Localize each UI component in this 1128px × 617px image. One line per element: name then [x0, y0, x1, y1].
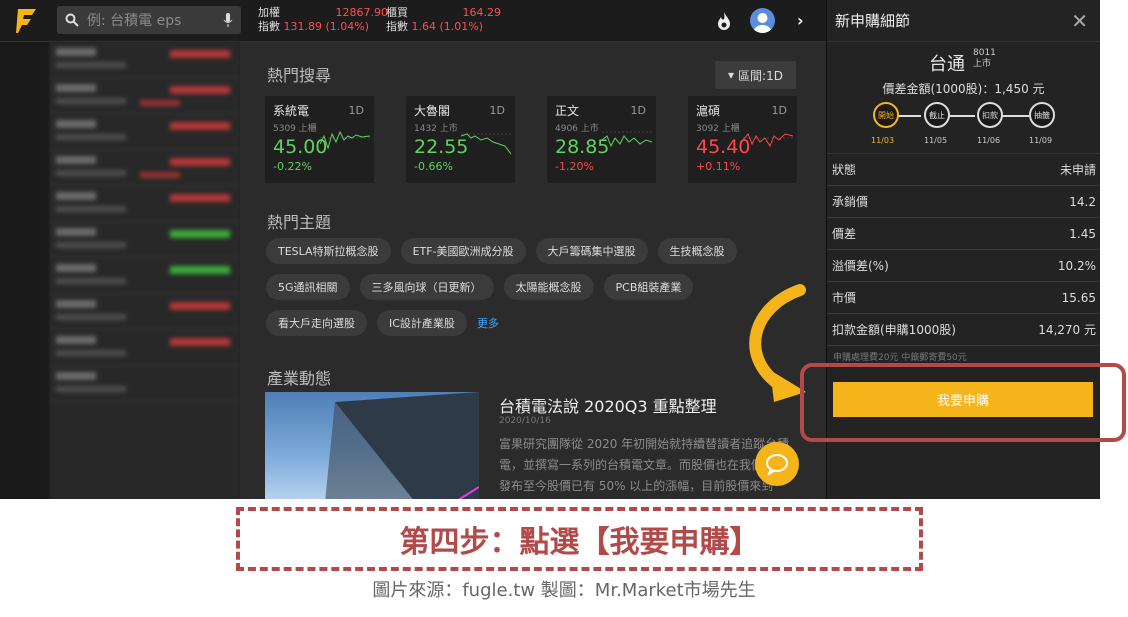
- sparkline: [602, 131, 652, 148]
- index-taiex[interactable]: 加權 12867.90 指數 131.89 (1.04%): [258, 6, 388, 34]
- stock-change: -0.22%: [273, 160, 312, 173]
- stock-name: 台通: [929, 54, 965, 75]
- step-date: 11/05: [924, 136, 948, 145]
- chevron-right-icon[interactable]: ›: [797, 11, 804, 30]
- stock-card[interactable]: 滬碩 1D 3092 上櫃 45.40 +0.11%: [688, 96, 797, 183]
- hot-search-title: 熱門搜尋: [267, 66, 332, 85]
- card-period: 1D: [771, 104, 787, 117]
- microphone-icon[interactable]: [223, 12, 233, 28]
- detail-row: 扣款金額(申購1000股) 14,270 元: [827, 314, 1100, 346]
- stock-card[interactable]: 大魯閣 1D 1432 上市 22.55 -0.66%: [406, 96, 515, 183]
- index-name-suffix: 指數: [386, 20, 408, 33]
- topic-tag[interactable]: IC設計產業股: [377, 310, 467, 336]
- top-actions: ›: [716, 8, 804, 33]
- highlight-box: [800, 363, 1126, 442]
- news-title[interactable]: 台積電法說 2020Q3 重點整理: [499, 393, 717, 417]
- period-label: 區間:1D: [738, 68, 783, 83]
- index-change: 131.89 (1.04%): [283, 20, 370, 33]
- index-name-suffix: 指數: [258, 20, 280, 33]
- industry-news-title: 產業動態: [267, 369, 332, 388]
- sparkline: [461, 133, 511, 155]
- sparkline: [743, 133, 793, 148]
- topic-tag[interactable]: 生技概念股: [657, 238, 737, 264]
- topic-tag[interactable]: PCB組裝產業: [603, 274, 694, 300]
- watchlist-blurred: [50, 42, 240, 499]
- fugle-logo[interactable]: [0, 0, 50, 42]
- step-date: 11/09: [1029, 136, 1053, 145]
- news-thumbnail[interactable]: [265, 392, 479, 499]
- step-deadline: 截止: [924, 102, 950, 128]
- topic-tag[interactable]: 太陽能概念股: [503, 274, 594, 300]
- fire-icon[interactable]: [716, 11, 732, 31]
- left-rail: [0, 42, 50, 499]
- index-otc[interactable]: 櫃買 164.29 指數 1.64 (1.01%): [386, 6, 501, 34]
- detail-row: 溢價差(%) 10.2%: [827, 250, 1100, 282]
- chat-button[interactable]: [755, 442, 799, 486]
- detail-row: 狀態 未申請: [827, 154, 1100, 186]
- step-lottery: 抽籤: [1029, 102, 1055, 128]
- topic-tag[interactable]: TESLA特斯拉概念股: [266, 238, 391, 264]
- topic-tag[interactable]: 大戶籌碼集中選股: [535, 238, 648, 264]
- avatar[interactable]: [750, 8, 775, 33]
- more-topics-link[interactable]: 更多: [477, 315, 499, 331]
- index-value: 12867.90: [335, 6, 389, 19]
- index-name: 加權: [258, 6, 280, 19]
- topic-tags: TESLA特斯拉概念股 ETF-美國歐洲成分股 大戶籌碼集中選股 生技概念股 5…: [266, 238, 806, 346]
- close-icon[interactable]: ✕: [1071, 9, 1088, 33]
- news-date: 2020/10/16: [499, 416, 551, 426]
- card-period: 1D: [489, 104, 505, 117]
- card-period: 1D: [348, 104, 364, 117]
- step-caption: 第四步：點選【我要申購】: [399, 525, 760, 560]
- step-caption-box: 第四步：點選【我要申購】: [236, 507, 923, 571]
- step-debit: 扣款: [977, 102, 1003, 128]
- detail-row: 價差 1.45: [827, 218, 1100, 250]
- detail-rows: 狀態 未申請 承銷價 14.2 價差 1.45 溢價差(%) 10.2% 市價 15.65…: [827, 154, 1100, 346]
- search-input[interactable]: 例: 台積電 eps: [87, 10, 223, 30]
- topic-tag[interactable]: 看大戶走向選股: [266, 310, 367, 336]
- stock-card[interactable]: 系統電 1D 5309 上櫃 45.00 -0.22%: [265, 96, 374, 183]
- main-content: 熱門搜尋 ▾ 區間:1D 系統電 1D 5309 上櫃 45.00 -0.22%…: [240, 42, 826, 499]
- step-date: 11/06: [977, 136, 1001, 145]
- card-period: 1D: [630, 104, 646, 117]
- topic-tag[interactable]: 三多風向球（日更新）: [359, 274, 494, 300]
- stock-change: -0.66%: [414, 160, 453, 173]
- stock-summary: 台通 8011 上市 價差金額(1000股)：1,450 元 開始 截止 扣款 抽…: [827, 42, 1100, 154]
- fee-note: 申購處理費20元 中籤郵寄費50元: [833, 353, 967, 363]
- search-box[interactable]: 例: 台積電 eps: [57, 6, 241, 34]
- top-bar: 例: 台積電 eps 加權 12867.90 指數 131.89 (1.04%) …: [0, 0, 826, 42]
- period-dropdown[interactable]: ▾ 區間:1D: [715, 61, 796, 89]
- index-name: 櫃買: [386, 6, 408, 19]
- stock-change: -1.20%: [555, 160, 594, 173]
- index-value: 164.29: [462, 6, 502, 19]
- stock-code: 8011 上市: [973, 48, 996, 69]
- chat-bubble-icon: [766, 454, 788, 475]
- news-summary: 富果研究團隊從 2020 年初開始就持續替讀者追蹤台積電，並撰寫一系列的台積電文…: [499, 437, 799, 493]
- step-date: 11/03: [871, 136, 895, 145]
- stock-change: +0.11%: [696, 160, 741, 173]
- ipo-timeline: 開始 截止 扣款 抽籤 11/03 11/05 11/06 11/09: [867, 102, 1067, 152]
- detail-row: 承銷價 14.2: [827, 186, 1100, 218]
- detail-row: 市價 15.65: [827, 282, 1100, 314]
- topic-tag[interactable]: 5G通訊相關: [266, 274, 350, 300]
- step-start: 開始: [873, 102, 899, 128]
- topic-tag[interactable]: ETF-美國歐洲成分股: [400, 238, 526, 264]
- panel-title: 新申購細節: [835, 12, 911, 30]
- price-diff-amount: 價差金額(1000股)：1,450 元: [882, 82, 1045, 96]
- hot-topics-title: 熱門主題: [267, 213, 332, 232]
- sparkline: [320, 130, 370, 150]
- search-icon: [65, 13, 79, 27]
- index-change: 1.64 (1.01%): [411, 20, 484, 33]
- stock-card[interactable]: 正文 1D 4906 上市 28.85 -1.20%: [547, 96, 656, 183]
- image-credit: 圖片來源：fugle.tw 製圖：Mr.Market市場先生: [372, 580, 756, 601]
